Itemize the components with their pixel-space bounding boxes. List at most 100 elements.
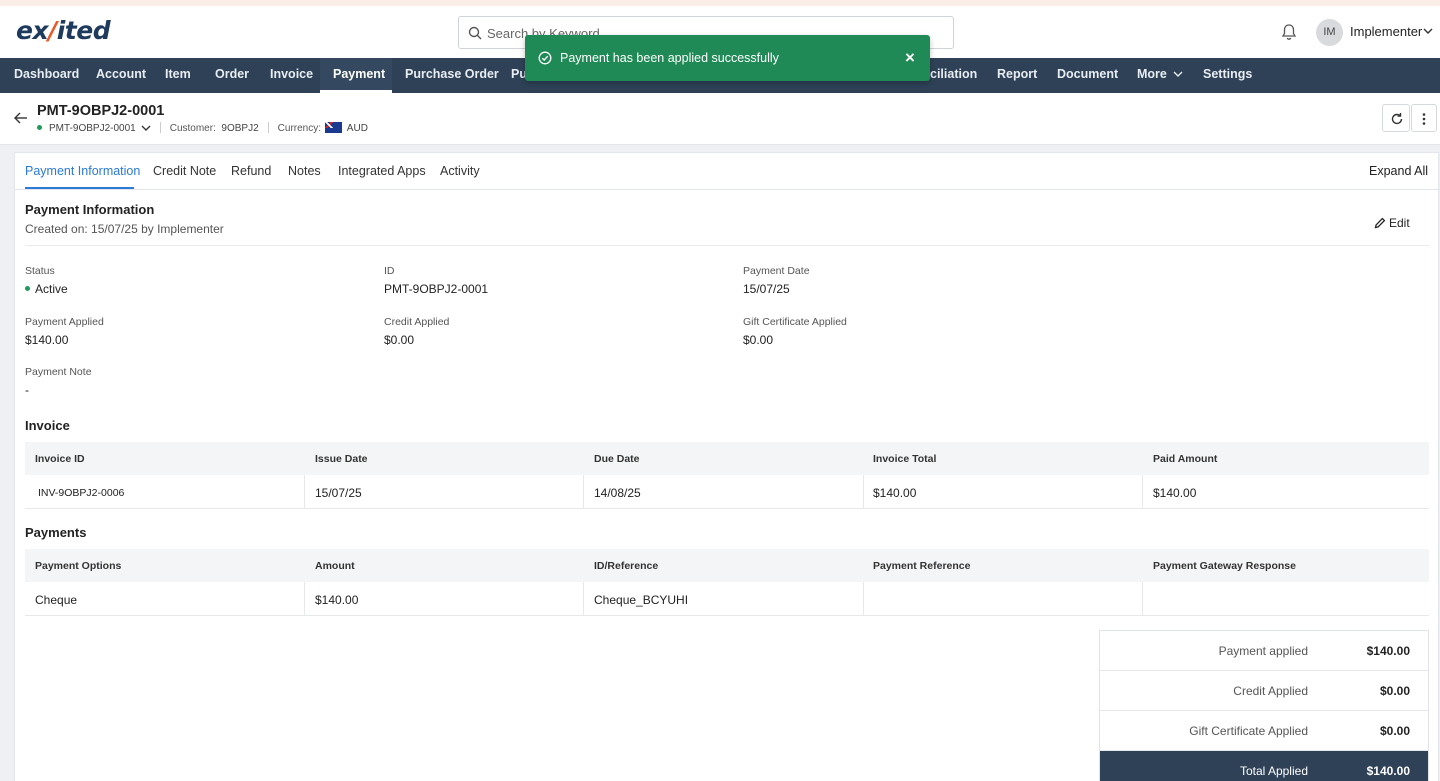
chevron-down-icon[interactable] — [1423, 27, 1433, 35]
summary-value: $0.00 — [1379, 684, 1410, 698]
column-header: ID/Reference — [594, 560, 659, 572]
summary-row: Gift Certificate Applied $0.00 — [1100, 711, 1428, 751]
refresh-button[interactable] — [1382, 104, 1410, 132]
column-header: Due Date — [594, 453, 640, 465]
nav-purchase-order[interactable]: Purchase Order — [405, 58, 499, 93]
column-header: Invoice Total — [873, 453, 937, 465]
column-header: Paid Amount — [1153, 453, 1218, 465]
payment-date-value: 15/07/25 — [743, 282, 790, 296]
payment-date-label: Payment Date — [743, 265, 810, 277]
status-dot — [25, 286, 30, 291]
section-title-invoice: Invoice — [25, 418, 70, 433]
id-value: PMT-9OBPJ2-0001 — [384, 282, 489, 296]
payment-card: Payment Information Credit Note Refund N… — [14, 152, 1440, 781]
app-logo[interactable]: ex/ited — [16, 16, 111, 45]
refresh-icon — [1391, 113, 1403, 125]
created-info: Created on: 15/07/25 by Implementer — [25, 222, 224, 236]
table-cell: $140.00 — [1153, 486, 1197, 500]
summary-total-label: Total Applied — [1239, 764, 1308, 778]
invoice-id-link[interactable]: INV-9OBPJ2-0006 — [38, 487, 124, 499]
gift-certificate-label: Gift Certificate Applied — [743, 316, 847, 328]
more-actions-button[interactable] — [1411, 104, 1437, 132]
record-meta: PMT-9OBPJ2-0001 Customer: 9OBPJ2 Currency:… — [37, 122, 368, 134]
active-tab-indicator — [25, 187, 134, 189]
credit-applied-value: $0.00 — [384, 333, 415, 347]
record-header: PMT-9OBPJ2-0001 PMT-9OBPJ2-0001 Customer:… — [0, 93, 1440, 145]
pencil-icon — [1374, 217, 1386, 229]
bell-icon[interactable] — [1280, 23, 1298, 41]
credit-applied-label: Credit Applied — [384, 316, 450, 328]
nav-invoice[interactable]: Invoice — [270, 58, 313, 93]
column-header: Payment Reference — [873, 560, 971, 572]
column-header: Issue Date — [315, 453, 368, 465]
section-title-payments: Payments — [25, 525, 87, 540]
tab-bar: Payment Information Credit Note Refund N… — [15, 153, 1440, 190]
back-arrow-icon[interactable] — [14, 112, 28, 124]
separator — [267, 122, 269, 133]
nav-reconciliation-partial[interactable]: ciliation — [930, 58, 977, 93]
payments-table: Payment Options Amount ID/Reference Paym… — [25, 549, 1429, 617]
avatar[interactable]: IM — [1316, 19, 1343, 46]
check-circle-icon — [538, 51, 552, 65]
australia-flag-icon — [325, 122, 343, 133]
nav-item[interactable]: Item — [165, 58, 191, 93]
table-cell: $140.00 — [873, 486, 917, 500]
tab-activity[interactable]: Activity — [440, 164, 480, 178]
record-id-select[interactable]: PMT-9OBPJ2-0001 — [49, 123, 136, 134]
table-row: INV-9OBPJ2-0006 15/07/25 14/08/25 $140.0… — [25, 475, 1429, 509]
payment-applied-label: Payment Applied — [25, 316, 104, 328]
nav-settings[interactable]: Settings — [1203, 58, 1252, 93]
summary-total-row: Total Applied $140.00 — [1100, 751, 1428, 781]
table-cell: Cheque_BCYUHI — [594, 593, 689, 607]
payment-note-label: Payment Note — [25, 366, 92, 378]
table-cell: $140.00 — [315, 593, 359, 607]
customer-value[interactable]: 9OBPJ2 — [221, 123, 258, 134]
divider — [25, 245, 1429, 246]
tab-integrated-apps[interactable]: Integrated Apps — [338, 164, 426, 178]
nav-report[interactable]: Report — [997, 58, 1037, 93]
cell-divider — [583, 475, 584, 509]
column-header: Payment Options — [35, 560, 122, 572]
nav-more[interactable]: More — [1137, 58, 1167, 93]
currency-value: AUD — [346, 123, 368, 134]
table-header: Payment Options Amount ID/Reference Paym… — [25, 549, 1429, 582]
section-title-payment-information: Payment Information — [25, 202, 155, 217]
table-cell: Cheque — [35, 593, 78, 607]
table-cell: 14/08/25 — [594, 486, 641, 500]
status-value: Active — [25, 282, 68, 296]
payment-note-value: - — [25, 383, 29, 397]
nav-dashboard[interactable]: Dashboard — [14, 58, 79, 93]
summary-value: $0.00 — [1379, 724, 1410, 738]
nav-document[interactable]: Document — [1057, 58, 1118, 93]
cell-divider — [583, 582, 584, 616]
chevron-down-icon[interactable] — [1173, 70, 1183, 78]
tab-credit-note[interactable]: Credit Note — [153, 164, 216, 178]
nav-payment[interactable]: Payment — [320, 58, 392, 93]
summary-label: Gift Certificate Applied — [1189, 724, 1308, 738]
cell-divider — [304, 475, 305, 509]
column-header: Invoice ID — [35, 453, 85, 465]
nav-order[interactable]: Order — [215, 58, 249, 93]
user-name[interactable]: Implementer — [1350, 24, 1422, 39]
status-label: Status — [25, 265, 55, 277]
table-header: Invoice ID Issue Date Due Date Invoice T… — [25, 442, 1429, 475]
page-title: PMT-9OBPJ2-0001 — [37, 103, 165, 119]
tab-notes[interactable]: Notes — [288, 164, 321, 178]
search-icon — [468, 26, 482, 40]
expand-all-button[interactable]: Expand All — [1369, 164, 1428, 178]
close-icon[interactable]: × — [905, 48, 915, 68]
gift-certificate-value: $0.00 — [743, 333, 774, 347]
id-label: ID — [384, 265, 395, 277]
summary-row: Payment applied $140.00 — [1100, 631, 1428, 671]
column-header: Payment Gateway Response — [1153, 560, 1296, 572]
separator — [159, 122, 161, 133]
summary-total-value: $140.00 — [1366, 764, 1410, 778]
edit-button[interactable]: Edit — [1374, 216, 1410, 230]
column-header: Amount — [315, 560, 355, 572]
nav-account[interactable]: Account — [96, 58, 146, 93]
status-dot — [37, 125, 42, 130]
summary-label: Credit Applied — [1233, 684, 1308, 698]
tab-refund[interactable]: Refund — [231, 164, 271, 178]
chevron-down-icon[interactable] — [141, 124, 151, 132]
tab-payment-information[interactable]: Payment Information — [25, 164, 140, 178]
